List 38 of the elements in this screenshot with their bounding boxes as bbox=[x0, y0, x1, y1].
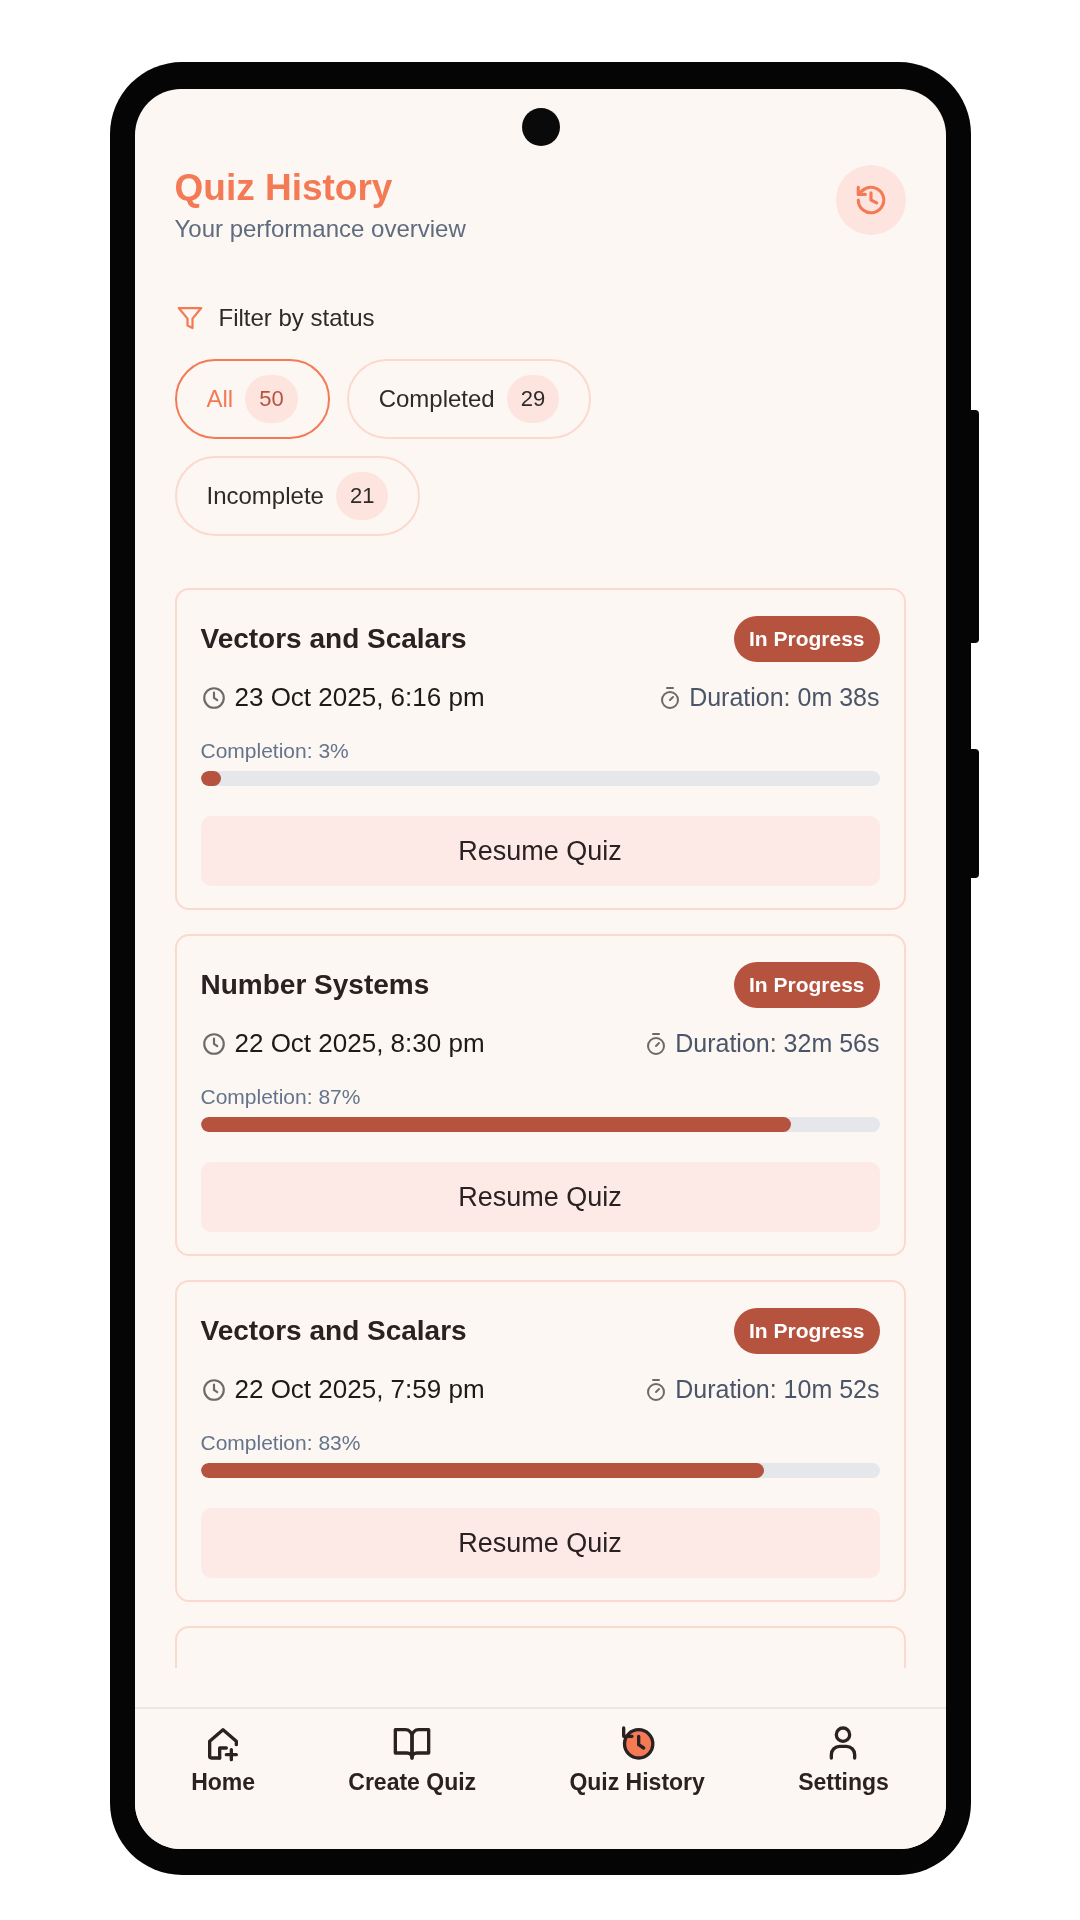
quiz-title: Vectors and Scalars bbox=[200, 623, 467, 655]
count-badge: 29 bbox=[506, 375, 560, 423]
nav-tab[interactable]: Quiz History bbox=[569, 1723, 705, 1796]
status-badge: In Progress bbox=[733, 1308, 880, 1354]
clock-icon bbox=[200, 684, 227, 711]
nav-tab[interactable]: Create Quiz bbox=[348, 1723, 477, 1796]
filter-label: Filter by status bbox=[218, 304, 375, 332]
stopwatch-icon bbox=[659, 685, 682, 710]
quiz-duration: Duration: 32m 56s bbox=[675, 1029, 880, 1058]
filter-chip[interactable]: Incomplete 21 bbox=[174, 456, 421, 536]
stopwatch-icon bbox=[645, 1031, 668, 1056]
quiz-duration: Duration: 10m 52s bbox=[675, 1375, 880, 1404]
quiz-date: 23 Oct 2025, 6:16 pm bbox=[234, 682, 485, 713]
quiz-title: Vectors and Scalars bbox=[200, 1315, 467, 1347]
resume-button[interactable]: Resume Quiz bbox=[200, 816, 880, 886]
page-title: Quiz History bbox=[174, 166, 394, 210]
clock-icon bbox=[200, 1030, 227, 1057]
page-subtitle: Your performance overview bbox=[174, 215, 466, 243]
status-badge: In Progress bbox=[733, 616, 880, 662]
quiz-duration: Duration: 0m 38s bbox=[689, 683, 880, 712]
nav-tab[interactable]: Settings bbox=[798, 1723, 889, 1796]
completion-label: Completion: 83% bbox=[200, 1431, 362, 1455]
status-badge: In Progress bbox=[733, 962, 880, 1008]
quiz-date: 22 Oct 2025, 7:59 pm bbox=[234, 1374, 485, 1405]
completion-label: Completion: 3% bbox=[200, 739, 350, 763]
stopwatch-icon bbox=[645, 1377, 668, 1402]
filter-chip[interactable]: All 50 bbox=[174, 359, 330, 439]
resume-button[interactable]: Resume Quiz bbox=[200, 1508, 880, 1578]
clock-icon bbox=[200, 1376, 227, 1403]
nav-tab[interactable]: Home bbox=[191, 1723, 256, 1796]
quiz-title: Number Systems bbox=[200, 969, 430, 1001]
camera-hole bbox=[521, 108, 560, 146]
filter-chip[interactable]: Completed 29 bbox=[346, 359, 592, 439]
count-badge: 21 bbox=[335, 472, 389, 520]
resume-button[interactable]: Resume Quiz bbox=[200, 1162, 880, 1232]
completion-label: Completion: 87% bbox=[200, 1085, 362, 1109]
count-badge: 50 bbox=[245, 375, 298, 423]
quiz-date: 22 Oct 2025, 8:30 pm bbox=[234, 1028, 485, 1059]
